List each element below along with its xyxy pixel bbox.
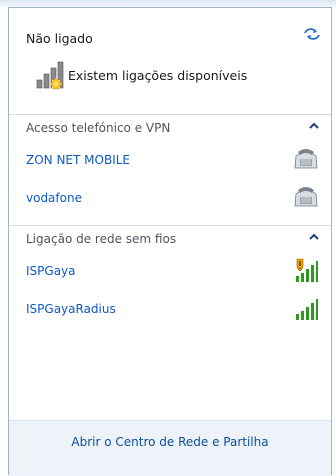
network-item-label: ZON NET MOBILE xyxy=(26,153,130,167)
network-item-vodafone[interactable]: vodafone xyxy=(9,185,331,211)
dialup-modem-icon xyxy=(294,187,318,207)
open-network-sharing-center-link[interactable]: Abrir o Centro de Rede e Partilha xyxy=(9,435,331,449)
network-item-zon-net-mobile[interactable]: ZON NET MOBILE xyxy=(9,147,331,173)
network-item-label: ISPGayaRadius xyxy=(26,302,116,316)
network-item-ispgaya[interactable]: ISPGaya xyxy=(9,258,331,284)
group-header-wireless[interactable]: Ligação de rede sem fios xyxy=(9,225,331,249)
chevron-up-icon[interactable] xyxy=(309,122,319,130)
network-available-icon xyxy=(36,61,64,90)
network-item-label: ISPGaya xyxy=(26,264,76,278)
dialup-modem-icon xyxy=(294,149,318,169)
chevron-up-icon[interactable] xyxy=(309,233,319,241)
group-header-dialup-vpn[interactable]: Acesso telefónico e VPN xyxy=(9,114,331,138)
flyout-footer: Abrir o Centro de Rede e Partilha xyxy=(9,420,331,476)
window-top-edge xyxy=(0,0,336,7)
refresh-icon[interactable] xyxy=(302,27,322,41)
network-item-ispgayaradius[interactable]: ISPGayaRadius xyxy=(9,296,331,322)
wifi-signal-icon xyxy=(296,299,318,320)
connections-available-text: Existem ligações disponíveis xyxy=(68,68,248,83)
group-header-label: Acesso telefónico e VPN xyxy=(26,121,171,135)
connection-status-title: Não ligado xyxy=(26,31,93,46)
group-header-label: Ligação de rede sem fios xyxy=(26,232,177,246)
wifi-signal-shield-icon xyxy=(296,258,318,282)
network-item-label: vodafone xyxy=(26,191,82,205)
